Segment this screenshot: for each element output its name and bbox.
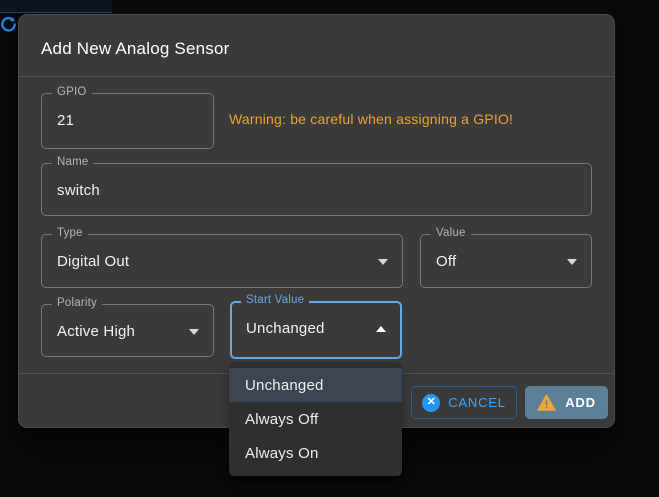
gpio-field[interactable]: GPIO 21 <box>41 93 214 149</box>
value-select[interactable]: Value Off <box>420 234 592 288</box>
polarity-select-label: Polarity <box>52 297 102 309</box>
start-value-select[interactable]: Start Value Unchanged <box>230 301 402 359</box>
start-value-dropdown-menu: Unchanged Always Off Always On <box>229 362 402 476</box>
header-divider <box>19 76 614 77</box>
x-circle-icon: ✕ <box>422 394 440 412</box>
chevron-up-icon <box>376 326 386 332</box>
chevron-down-icon <box>189 329 199 335</box>
polarity-select[interactable]: Polarity Active High <box>41 304 214 357</box>
add-button[interactable]: ADD <box>525 386 608 419</box>
name-field-label: Name <box>52 156 93 168</box>
menu-item-always-on[interactable]: Always On <box>229 436 402 470</box>
menu-item-always-off[interactable]: Always Off <box>229 402 402 436</box>
gpio-field-value: 21 <box>57 112 74 129</box>
start-value-select-value: Unchanged <box>246 320 325 337</box>
refresh-icon <box>0 16 17 33</box>
chevron-down-icon <box>567 259 577 265</box>
value-select-value: Off <box>436 253 456 270</box>
type-select-value: Digital Out <box>57 253 129 270</box>
chevron-down-icon <box>378 259 388 265</box>
name-field-value: switch <box>57 182 100 199</box>
value-select-label: Value <box>431 227 471 239</box>
start-value-select-label: Start Value <box>241 294 309 306</box>
gpio-field-label: GPIO <box>52 86 92 98</box>
type-select-label: Type <box>52 227 88 239</box>
background-toolbar-fragment <box>0 0 112 13</box>
menu-item-unchanged[interactable]: Unchanged <box>229 368 402 402</box>
cancel-button[interactable]: ✕ CANCEL <box>411 386 517 419</box>
type-select[interactable]: Type Digital Out <box>41 234 403 288</box>
add-button-label: ADD <box>565 395 596 410</box>
name-field[interactable]: Name switch <box>41 163 592 216</box>
polarity-select-value: Active High <box>57 323 135 340</box>
cancel-button-label: CANCEL <box>448 395 506 410</box>
gpio-warning-text: Warning: be careful when assigning a GPI… <box>229 111 513 127</box>
dialog-title: Add New Analog Sensor <box>41 39 230 59</box>
warning-triangle-icon <box>537 394 556 411</box>
